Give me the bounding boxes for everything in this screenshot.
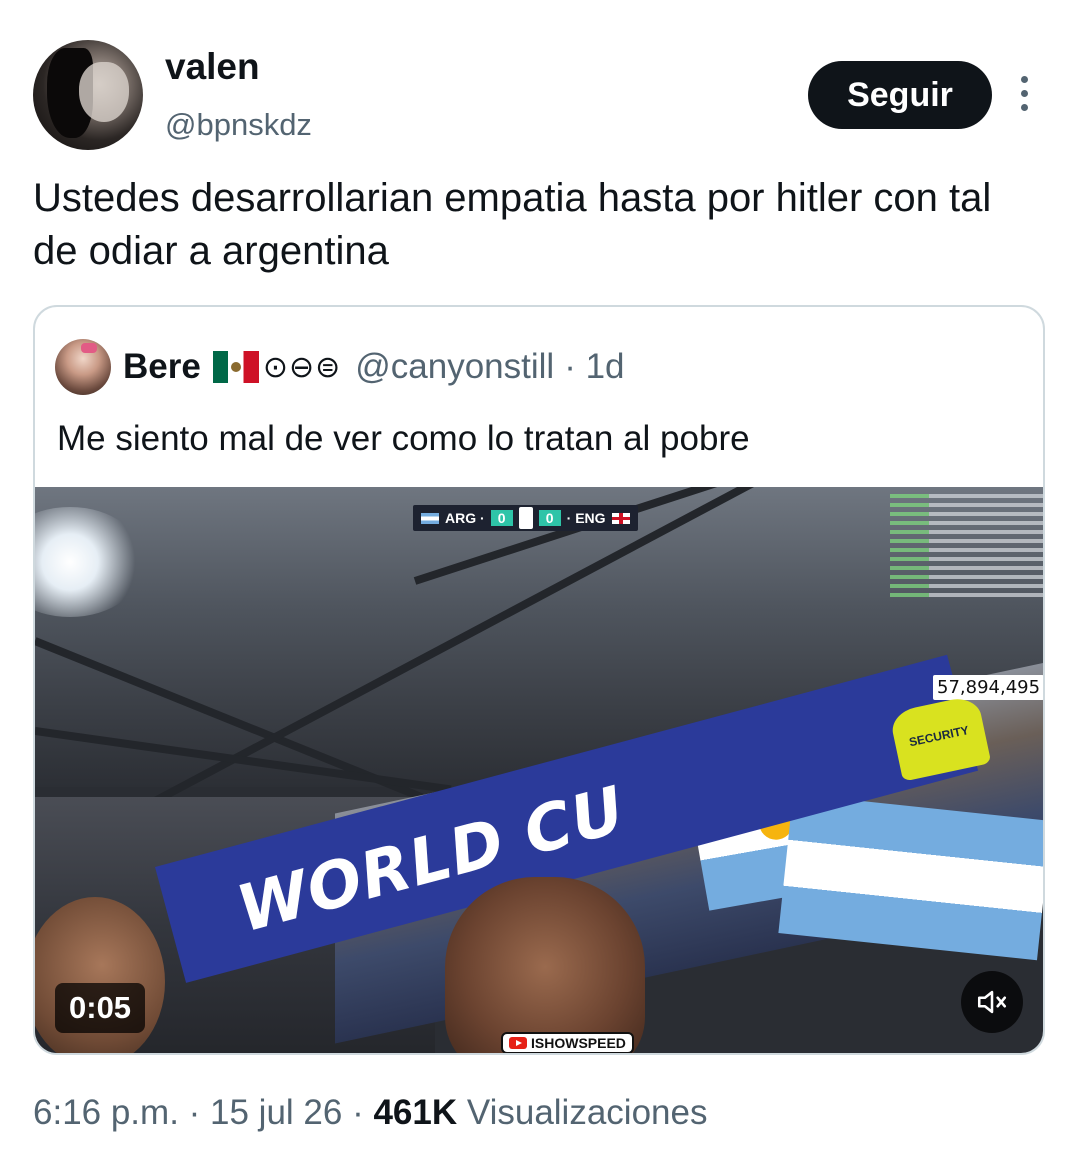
mute-button[interactable] <box>961 971 1023 1033</box>
avatar-face <box>79 62 129 122</box>
quoted-author-name[interactable]: Bere <box>123 347 201 387</box>
argentina-flag-icon <box>421 512 439 524</box>
quoted-author-avatar[interactable] <box>55 339 111 395</box>
follow-button[interactable]: Seguir <box>808 61 992 129</box>
volume-muted-icon <box>977 990 1007 1014</box>
youtube-icon <box>509 1037 527 1049</box>
quoted-tweet-time[interactable]: · 1d <box>564 347 624 387</box>
mexico-flag-icon <box>212 351 259 383</box>
separator: · <box>342 1093 374 1132</box>
trophy-icon <box>518 507 533 529</box>
author-handle[interactable]: @bpnskdz <box>165 107 312 143</box>
video-time-badge: 0:05 <box>55 983 146 1033</box>
tweet-date[interactable]: 15 jul 26 <box>210 1093 342 1132</box>
author-display-name[interactable]: valen <box>165 46 260 88</box>
separator: · <box>178 1093 211 1132</box>
england-flag-icon <box>611 512 630 524</box>
tweet-meta: 6:16 p.m. · 15 jul 26 · 461K Visualizaci… <box>33 1093 707 1133</box>
quoted-author-handle[interactable]: @canyonstill <box>355 347 554 387</box>
author-avatar[interactable] <box>33 40 143 150</box>
more-vertical-icon[interactable] <box>1012 76 1036 116</box>
views-count[interactable]: 461K <box>373 1093 457 1132</box>
name-symbols: ⊙⊖⊜ <box>262 349 342 385</box>
security-label: SECURITY <box>907 723 971 750</box>
team-right: · ENG <box>566 510 606 526</box>
score-right: 0 <box>538 510 561 526</box>
quoted-tweet-header: Bere ⊙⊖⊜ @canyonstill · 1d <box>123 347 625 387</box>
scoreboard: ARG · 0 0 · ENG <box>413 505 638 531</box>
tweet-text: Ustedes desarrollarian empatia hasta por… <box>33 176 992 273</box>
stream-chat-overlay <box>890 489 1043 639</box>
score-left: 0 <box>490 510 513 526</box>
ishowspeed-watermark: ISHOWSPEED <box>501 1032 634 1053</box>
quoted-tweet-card[interactable]: Bere ⊙⊖⊜ @canyonstill · 1d Me siento mal… <box>33 305 1045 1055</box>
tweet-time[interactable]: 6:16 p.m. <box>33 1093 179 1132</box>
views-label: Visualizaciones <box>457 1093 708 1132</box>
streamer-head <box>445 877 645 1053</box>
quoted-tweet-text: Me siento mal de ver como lo tratan al p… <box>57 419 750 458</box>
video-player[interactable]: WORLD CU ARG · 0 0 · ENG 57,894,495 SECU… <box>35 487 1043 1053</box>
watermark-text: ISHOWSPEED <box>531 1035 626 1051</box>
argentina-flag <box>778 793 1043 961</box>
viewer-count: 57,894,495 <box>933 675 1043 700</box>
team-left: ARG · <box>445 510 485 526</box>
